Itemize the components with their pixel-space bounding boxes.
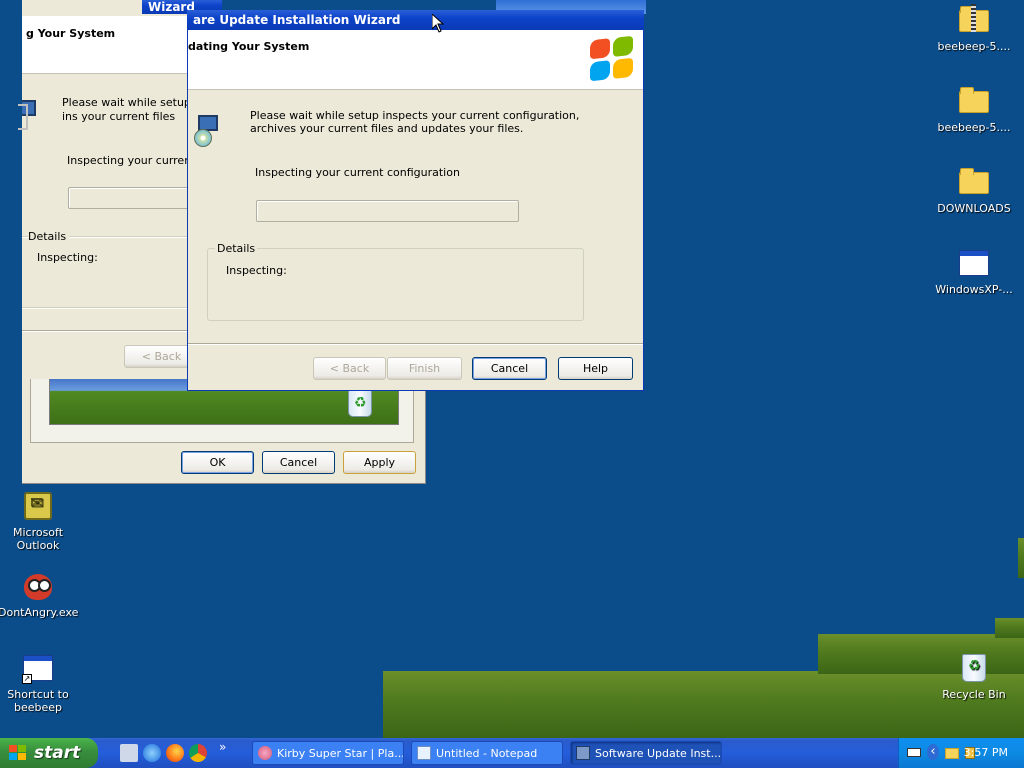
apply-button[interactable]: Apply: [343, 451, 416, 474]
wizard-header: g Your System: [22, 16, 197, 74]
desktop-icon-shortcut-beebeep[interactable]: ↗ Shortcut to beebeep: [0, 652, 78, 714]
setup-icon: [576, 746, 590, 760]
application-window-icon: ↗: [22, 652, 54, 684]
chrome-icon[interactable]: [189, 744, 207, 762]
software-update-wizard-window: are Update Installation Wizard dating Yo…: [187, 10, 644, 391]
internet-explorer-icon[interactable]: [143, 744, 161, 762]
details-label: Details: [28, 230, 70, 243]
desktop-icon-label: beebeep-5....: [937, 40, 1011, 53]
desktop-icon-windowsxp[interactable]: WindowsXP-...: [934, 247, 1014, 296]
wizard-header: dating Your System: [188, 30, 643, 90]
folder-tray-icon[interactable]: [945, 748, 959, 759]
finish-button[interactable]: Finish: [387, 357, 462, 380]
desktop-icon-label: DontAngry.exe: [0, 606, 79, 619]
taskbar: start » Kirby Super Star | Pla... Untitl…: [0, 738, 1024, 768]
cancel-button[interactable]: Cancel: [262, 451, 335, 474]
wizard-description: Please wait while setup ins your current…: [62, 96, 191, 126]
wallpaper-grass-fragment: [995, 618, 1024, 638]
desktop-icon-dontangry[interactable]: DontAngry.exe: [0, 570, 78, 619]
start-button[interactable]: start: [0, 738, 98, 768]
quicklaunch-overflow-button[interactable]: »: [219, 740, 226, 754]
keyboard-icon[interactable]: [907, 748, 921, 757]
window-title: are Update Installation Wizard: [193, 13, 401, 27]
desktop-icon-label: Recycle Bin: [942, 688, 1006, 701]
details-text: Inspecting:: [37, 251, 98, 264]
taskbar-window-notepad[interactable]: Untitled - Notepad: [411, 741, 563, 765]
tray-expand-button[interactable]: ‹: [927, 744, 939, 760]
cancel-button[interactable]: Cancel: [472, 357, 547, 380]
desktop-edge: [0, 0, 22, 486]
desktop-icon-label: DOWNLOADS: [937, 202, 1011, 215]
desktop-icon-downloads[interactable]: DOWNLOADS: [934, 166, 1014, 215]
windows-flag-icon: [9, 745, 27, 761]
clock[interactable]: 3:57 PM: [964, 738, 1008, 768]
desktop-icon-label: Shortcut to beebeep: [7, 688, 69, 714]
firefox-icon[interactable]: [166, 744, 184, 762]
desktop-icon-label: beebeep-5....: [937, 121, 1011, 134]
details-label: Details: [215, 242, 258, 255]
ok-button[interactable]: OK: [181, 451, 254, 474]
folder-icon: [958, 85, 990, 117]
angry-bird-icon: [22, 570, 54, 602]
wizard-header-title: g Your System: [26, 27, 116, 40]
taskbar-window-software-update[interactable]: Software Update Inst...: [570, 741, 722, 765]
display-properties-dialog: OK Cancel Apply: [22, 375, 426, 484]
outlook-icon: [22, 490, 54, 522]
wizard-window-background: Wizard g Your System Please wait while s…: [16, 0, 222, 379]
setup-icon: [190, 115, 220, 149]
help-button[interactable]: Help: [558, 357, 633, 380]
desktop-icon-beebeep-zip[interactable]: beebeep-5....: [934, 4, 1014, 53]
desktop-icon-microsoft-outlook[interactable]: Microsoft Outlook: [0, 490, 78, 552]
wizard-description: Please wait while setup inspects your cu…: [250, 109, 580, 135]
desktop-icon-label: WindowsXP-...: [935, 283, 1013, 296]
taskbar-window-label: Untitled - Notepad: [436, 747, 538, 760]
recycle-bin-icon: [348, 389, 374, 417]
taskbar-window-label: Kirby Super Star | Pla...: [277, 747, 404, 760]
desktop-icon-fragment: [18, 104, 28, 130]
wallpaper-grass-fragment: [383, 671, 1024, 738]
wizard-header-title: dating Your System: [188, 40, 310, 53]
separator: [188, 343, 643, 345]
desktop-icon-beebeep-folder[interactable]: beebeep-5....: [934, 85, 1014, 134]
progress-bar: [68, 187, 198, 209]
desktop-icon-label: Microsoft Outlook: [12, 526, 64, 552]
recycle-bin-icon: [958, 652, 990, 684]
back-button[interactable]: < Back: [313, 357, 386, 380]
separator: [22, 307, 192, 309]
details-text: Inspecting:: [226, 264, 287, 277]
taskbar-window-kirby[interactable]: Kirby Super Star | Pla...: [252, 741, 404, 765]
progress-bar: [256, 200, 519, 222]
details-groupbox: Details Inspecting:: [207, 242, 584, 321]
title-bar[interactable]: are Update Installation Wizard: [187, 10, 644, 30]
application-window-icon: [958, 247, 990, 279]
taskbar-window-label: Software Update Inst...: [595, 747, 722, 760]
wallpaper-grass-fragment: [1018, 538, 1024, 578]
mouse-cursor-icon: [432, 14, 444, 33]
notepad-icon: [417, 746, 431, 760]
desktop-icon-recycle-bin[interactable]: Recycle Bin: [934, 652, 1014, 701]
separator: [22, 330, 192, 332]
start-label: start: [34, 743, 81, 763]
zip-folder-icon: [958, 4, 990, 36]
kirby-icon: [258, 746, 272, 760]
system-tray: ‹ 3:57 PM: [898, 738, 1024, 768]
show-desktop-icon[interactable]: [120, 744, 138, 762]
folder-icon: [958, 166, 990, 198]
status-text: Inspecting your current configuration: [255, 166, 460, 179]
windows-logo-icon: [590, 35, 634, 85]
